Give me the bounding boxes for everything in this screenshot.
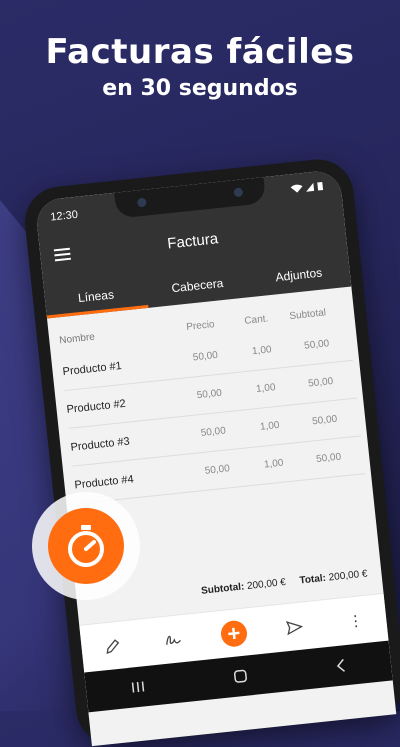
signal-wifi-battery-icon [290, 181, 324, 193]
total-value: 200,00 € [328, 568, 369, 584]
row-subtotal: 50,00 [303, 338, 330, 352]
camera-icon [136, 197, 147, 208]
tab-lineas[interactable]: Líneas [43, 276, 149, 319]
home-icon[interactable] [233, 669, 248, 684]
headline-title: Facturas fáciles [45, 32, 355, 72]
header-name: Nombre [58, 331, 96, 346]
row-subtotal: 50,00 [315, 451, 342, 466]
row-qty: 1,00 [251, 344, 273, 358]
pencil-icon[interactable] [98, 632, 127, 661]
row-name: Producto #3 [69, 435, 131, 454]
phone-mockup: 12:30 Factura Líneas Cabecera Adjuntos N… [21, 155, 400, 747]
add-icon[interactable]: + [219, 619, 249, 648]
signature-icon[interactable] [159, 626, 188, 655]
row-qty: 1,00 [259, 419, 281, 433]
invoice-lines-table: Nombre Precio Cant. Subtotal Producto #1… [58, 297, 366, 505]
total-label: Total: [299, 572, 327, 587]
app-bar: 12:30 Factura Líneas Cabecera Adjuntos [34, 169, 352, 319]
screen-title: Factura [166, 230, 219, 253]
row-name: Producto #1 [62, 359, 123, 378]
row-subtotal: 50,00 [311, 413, 338, 428]
send-icon[interactable] [281, 613, 310, 642]
row-price: 50,00 [204, 463, 231, 477]
sensor-icon [233, 187, 244, 198]
status-icons [290, 181, 325, 197]
row-name: Producto #4 [73, 472, 135, 492]
row-subtotal: 50,00 [307, 375, 334, 390]
row-price: 50,00 [192, 349, 219, 364]
row-name: Producto #2 [65, 397, 127, 416]
headline-subtitle: en 30 segundos [102, 76, 298, 101]
header-price: Precio [185, 318, 216, 333]
back-icon[interactable] [336, 658, 347, 673]
phone-screen: 12:30 Factura Líneas Cabecera Adjuntos N… [34, 169, 397, 747]
header-qty: Cant. [243, 312, 269, 327]
tab-cabecera[interactable]: Cabecera [145, 265, 250, 307]
header-subtotal: Subtotal [288, 306, 327, 322]
more-vert-icon[interactable]: ⋮ [341, 607, 370, 636]
row-price: 50,00 [200, 425, 227, 440]
row-qty: 1,00 [255, 382, 277, 396]
camera-notch [114, 177, 267, 219]
tab-adjuntos[interactable]: Adjuntos [247, 255, 352, 297]
phone-frame: 12:30 Factura Líneas Cabecera Adjuntos N… [21, 155, 400, 747]
row-price: 50,00 [196, 387, 223, 402]
row-qty: 1,00 [263, 457, 284, 471]
stopwatch-icon [48, 508, 124, 584]
subtotal-value: 200,00 € [246, 577, 287, 593]
status-time: 12:30 [49, 208, 79, 224]
subtotal-label: Subtotal: [200, 581, 245, 597]
recent-apps-icon[interactable] [130, 680, 145, 693]
